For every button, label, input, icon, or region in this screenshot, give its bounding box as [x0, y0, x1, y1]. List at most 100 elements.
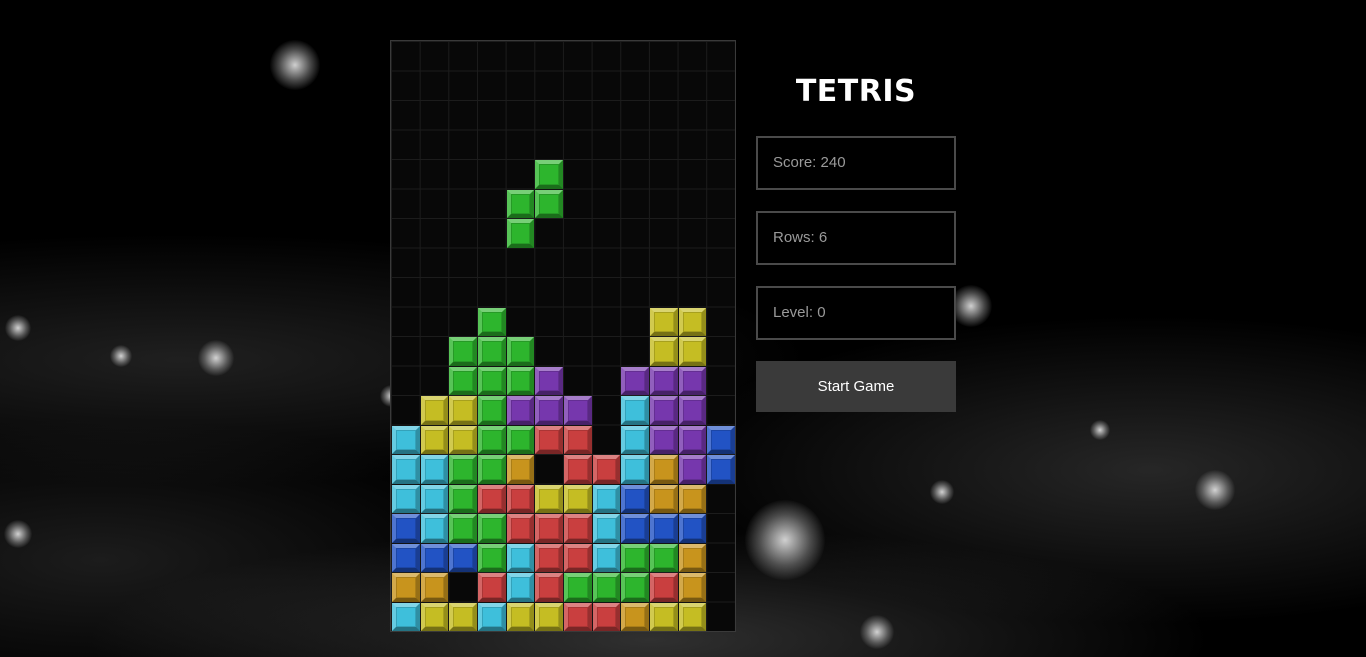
- locked-block: [478, 396, 506, 425]
- locked-block: [564, 455, 592, 484]
- locked-block: [564, 484, 592, 513]
- locked-block: [621, 425, 649, 454]
- locked-block: [506, 573, 535, 602]
- locked-block: [592, 602, 621, 631]
- locked-block: [478, 543, 506, 572]
- locked-block: [592, 514, 621, 543]
- rows-display: Rows: 6: [756, 211, 956, 265]
- locked-block: [621, 514, 649, 543]
- locked-block: [650, 573, 678, 602]
- locked-block: [535, 573, 563, 602]
- locked-block: [449, 602, 477, 631]
- locked-block: [564, 396, 592, 425]
- locked-block: [650, 514, 678, 543]
- bokeh-light: [4, 520, 32, 548]
- locked-block: [678, 543, 707, 572]
- locked-block: [650, 307, 678, 336]
- locked-block: [478, 307, 506, 336]
- locked-block: [678, 337, 707, 366]
- locked-block: [506, 366, 535, 395]
- locked-block: [678, 455, 707, 484]
- locked-block: [564, 602, 592, 631]
- bokeh-light: [930, 480, 954, 504]
- locked-block: [506, 602, 535, 631]
- locked-block: [564, 514, 592, 543]
- locked-block: [650, 396, 678, 425]
- locked-block: [392, 602, 420, 631]
- locked-block: [678, 514, 707, 543]
- falling-piece-block: [506, 189, 535, 218]
- falling-piece-block: [535, 189, 563, 218]
- locked-block: [478, 455, 506, 484]
- locked-block: [478, 602, 506, 631]
- locked-block: [449, 396, 477, 425]
- locked-block: [420, 543, 449, 572]
- locked-block: [621, 573, 649, 602]
- locked-block: [392, 514, 420, 543]
- locked-block: [564, 573, 592, 602]
- locked-block: [621, 602, 649, 631]
- locked-block: [449, 337, 477, 366]
- locked-block: [564, 425, 592, 454]
- score-display: Score: 240: [756, 136, 956, 190]
- locked-block: [392, 543, 420, 572]
- locked-block: [650, 425, 678, 454]
- locked-block: [678, 602, 707, 631]
- locked-block: [650, 484, 678, 513]
- locked-block: [650, 337, 678, 366]
- bokeh-light: [860, 615, 894, 649]
- locked-block: [478, 337, 506, 366]
- locked-block: [564, 543, 592, 572]
- locked-block: [678, 484, 707, 513]
- locked-block: [449, 484, 477, 513]
- bokeh-light: [1195, 470, 1235, 510]
- locked-block: [478, 366, 506, 395]
- bokeh-light: [198, 340, 234, 376]
- locked-block: [478, 425, 506, 454]
- locked-block: [420, 514, 449, 543]
- locked-block: [592, 455, 621, 484]
- side-panel: TETRIS Score: 240 Rows: 6 Level: 0 Start…: [756, 72, 956, 412]
- locked-block: [678, 573, 707, 602]
- locked-block: [650, 602, 678, 631]
- locked-block: [392, 573, 420, 602]
- locked-block: [420, 396, 449, 425]
- locked-block: [506, 396, 535, 425]
- locked-block: [506, 484, 535, 513]
- locked-block: [707, 455, 735, 484]
- locked-block: [449, 514, 477, 543]
- locked-block: [621, 484, 649, 513]
- locked-block: [678, 396, 707, 425]
- locked-block: [650, 366, 678, 395]
- locked-block: [650, 543, 678, 572]
- locked-block: [621, 455, 649, 484]
- locked-block: [535, 602, 563, 631]
- locked-block: [592, 484, 621, 513]
- locked-block: [506, 337, 535, 366]
- bokeh-light: [1090, 420, 1110, 440]
- tetris-board[interactable]: [390, 40, 736, 632]
- start-game-button[interactable]: Start Game: [756, 361, 956, 412]
- locked-block: [420, 573, 449, 602]
- locked-block: [506, 455, 535, 484]
- locked-block: [420, 455, 449, 484]
- locked-block: [621, 543, 649, 572]
- locked-block: [535, 514, 563, 543]
- locked-block: [420, 425, 449, 454]
- locked-block: [535, 396, 563, 425]
- locked-block: [449, 425, 477, 454]
- bokeh-light: [745, 500, 825, 580]
- locked-block: [392, 484, 420, 513]
- falling-piece-block: [506, 219, 535, 248]
- locked-block: [420, 602, 449, 631]
- level-display: Level: 0: [756, 286, 956, 340]
- locked-block: [650, 455, 678, 484]
- locked-block: [506, 543, 535, 572]
- locked-block: [449, 366, 477, 395]
- locked-block: [392, 455, 420, 484]
- locked-block: [678, 307, 707, 336]
- locked-block: [449, 455, 477, 484]
- locked-block: [535, 366, 563, 395]
- locked-block: [420, 484, 449, 513]
- falling-piece-block: [535, 160, 563, 189]
